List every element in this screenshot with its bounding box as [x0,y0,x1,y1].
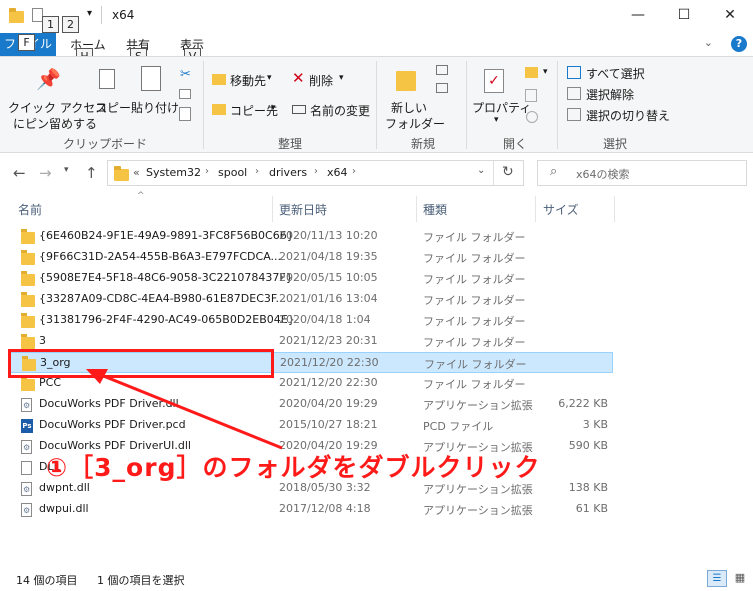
item-count: 14 個の項目 [16,574,78,587]
details-view-icon[interactable]: ☰ [707,570,727,587]
annotation-text: ①［3_org］のフォルダをダブルクリック [46,453,541,482]
annotation-arrow-line [95,371,283,450]
annotation-arrow [86,369,283,450]
selected-count: 1 個の項目を選択 [97,574,185,587]
large-icons-view-icon[interactable]: ▦ [731,570,749,587]
